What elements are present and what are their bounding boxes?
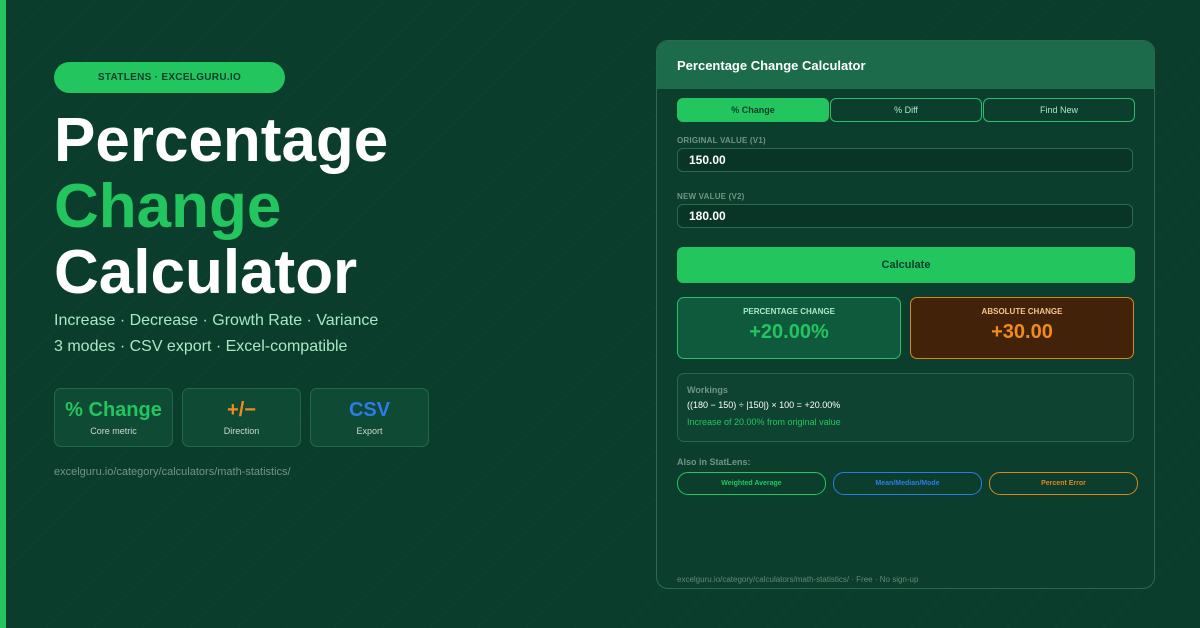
workings-title: Workings bbox=[687, 385, 728, 395]
new-value-label: NEW VALUE (V2) bbox=[677, 192, 745, 201]
result-label: ABSOLUTE CHANGE bbox=[981, 307, 1063, 316]
title-line-calculator: Calculator bbox=[54, 238, 358, 307]
absolute-change-result: ABSOLUTE CHANGE +30.00 bbox=[910, 297, 1134, 359]
stat-label: Direction bbox=[223, 426, 260, 436]
stat-card-change: % Change Core metric bbox=[54, 388, 173, 447]
panel-footer: excelguru.io/category/calculators/math-s… bbox=[677, 575, 919, 584]
tab-percent-diff[interactable]: % Diff bbox=[830, 98, 982, 122]
calculator-title: Percentage Change Calculator bbox=[677, 57, 866, 73]
calculator-header: Percentage Change Calculator bbox=[657, 41, 1154, 89]
subtitle-features: Increase · Decrease · Growth Rate · Vari… bbox=[54, 312, 379, 329]
workings-box: Workings ((180 − 150) ÷ |150|) × 100 = +… bbox=[677, 373, 1134, 442]
title-line-percentage: Percentage bbox=[54, 106, 389, 175]
related-mean-median-mode[interactable]: Mean/Median/Mode bbox=[833, 472, 982, 495]
stat-value: CSV bbox=[348, 399, 391, 421]
original-value-label: ORIGINAL VALUE (V1) bbox=[677, 136, 766, 145]
calculate-button[interactable]: Calculate bbox=[677, 247, 1135, 283]
tab-percent-change[interactable]: % Change bbox=[677, 98, 829, 122]
subtitle-modes: 3 modes · CSV export · Excel-compatible bbox=[54, 338, 348, 355]
tab-find-new[interactable]: Find New bbox=[983, 98, 1135, 122]
result-label: PERCENTAGE CHANGE bbox=[743, 307, 835, 316]
original-value-input[interactable] bbox=[677, 148, 1133, 172]
brand-badge: STATLENS · EXCELGURU.IO bbox=[54, 62, 285, 93]
title-line-change: Change bbox=[54, 172, 282, 241]
stat-value: +/− bbox=[227, 399, 256, 421]
workings-formula: ((180 − 150) ÷ |150|) × 100 = +20.00% bbox=[687, 400, 841, 410]
stat-label: Core metric bbox=[90, 426, 137, 436]
stat-card-export: CSV Export bbox=[310, 388, 429, 447]
result-value: +20.00% bbox=[749, 321, 829, 343]
related-weighted-average[interactable]: Weighted Average bbox=[677, 472, 826, 495]
result-value: +30.00 bbox=[991, 321, 1053, 343]
stat-value: % Change bbox=[65, 399, 162, 421]
percentage-change-result: PERCENTAGE CHANGE +20.00% bbox=[677, 297, 901, 359]
calculator-panel: Percentage Change Calculator % Change % … bbox=[656, 40, 1155, 589]
category-url: excelguru.io/category/calculators/math-s… bbox=[54, 466, 291, 478]
page-title: Percentage Change Calculator bbox=[54, 108, 388, 306]
related-tools-label: Also in StatLens: bbox=[677, 457, 751, 467]
stat-label: Export bbox=[356, 426, 383, 436]
stat-card-direction: +/− Direction bbox=[182, 388, 301, 447]
related-percent-error[interactable]: Percent Error bbox=[989, 472, 1138, 495]
new-value-input[interactable] bbox=[677, 204, 1133, 228]
left-accent-bar bbox=[0, 0, 6, 628]
workings-note: Increase of 20.00% from original value bbox=[687, 417, 841, 427]
